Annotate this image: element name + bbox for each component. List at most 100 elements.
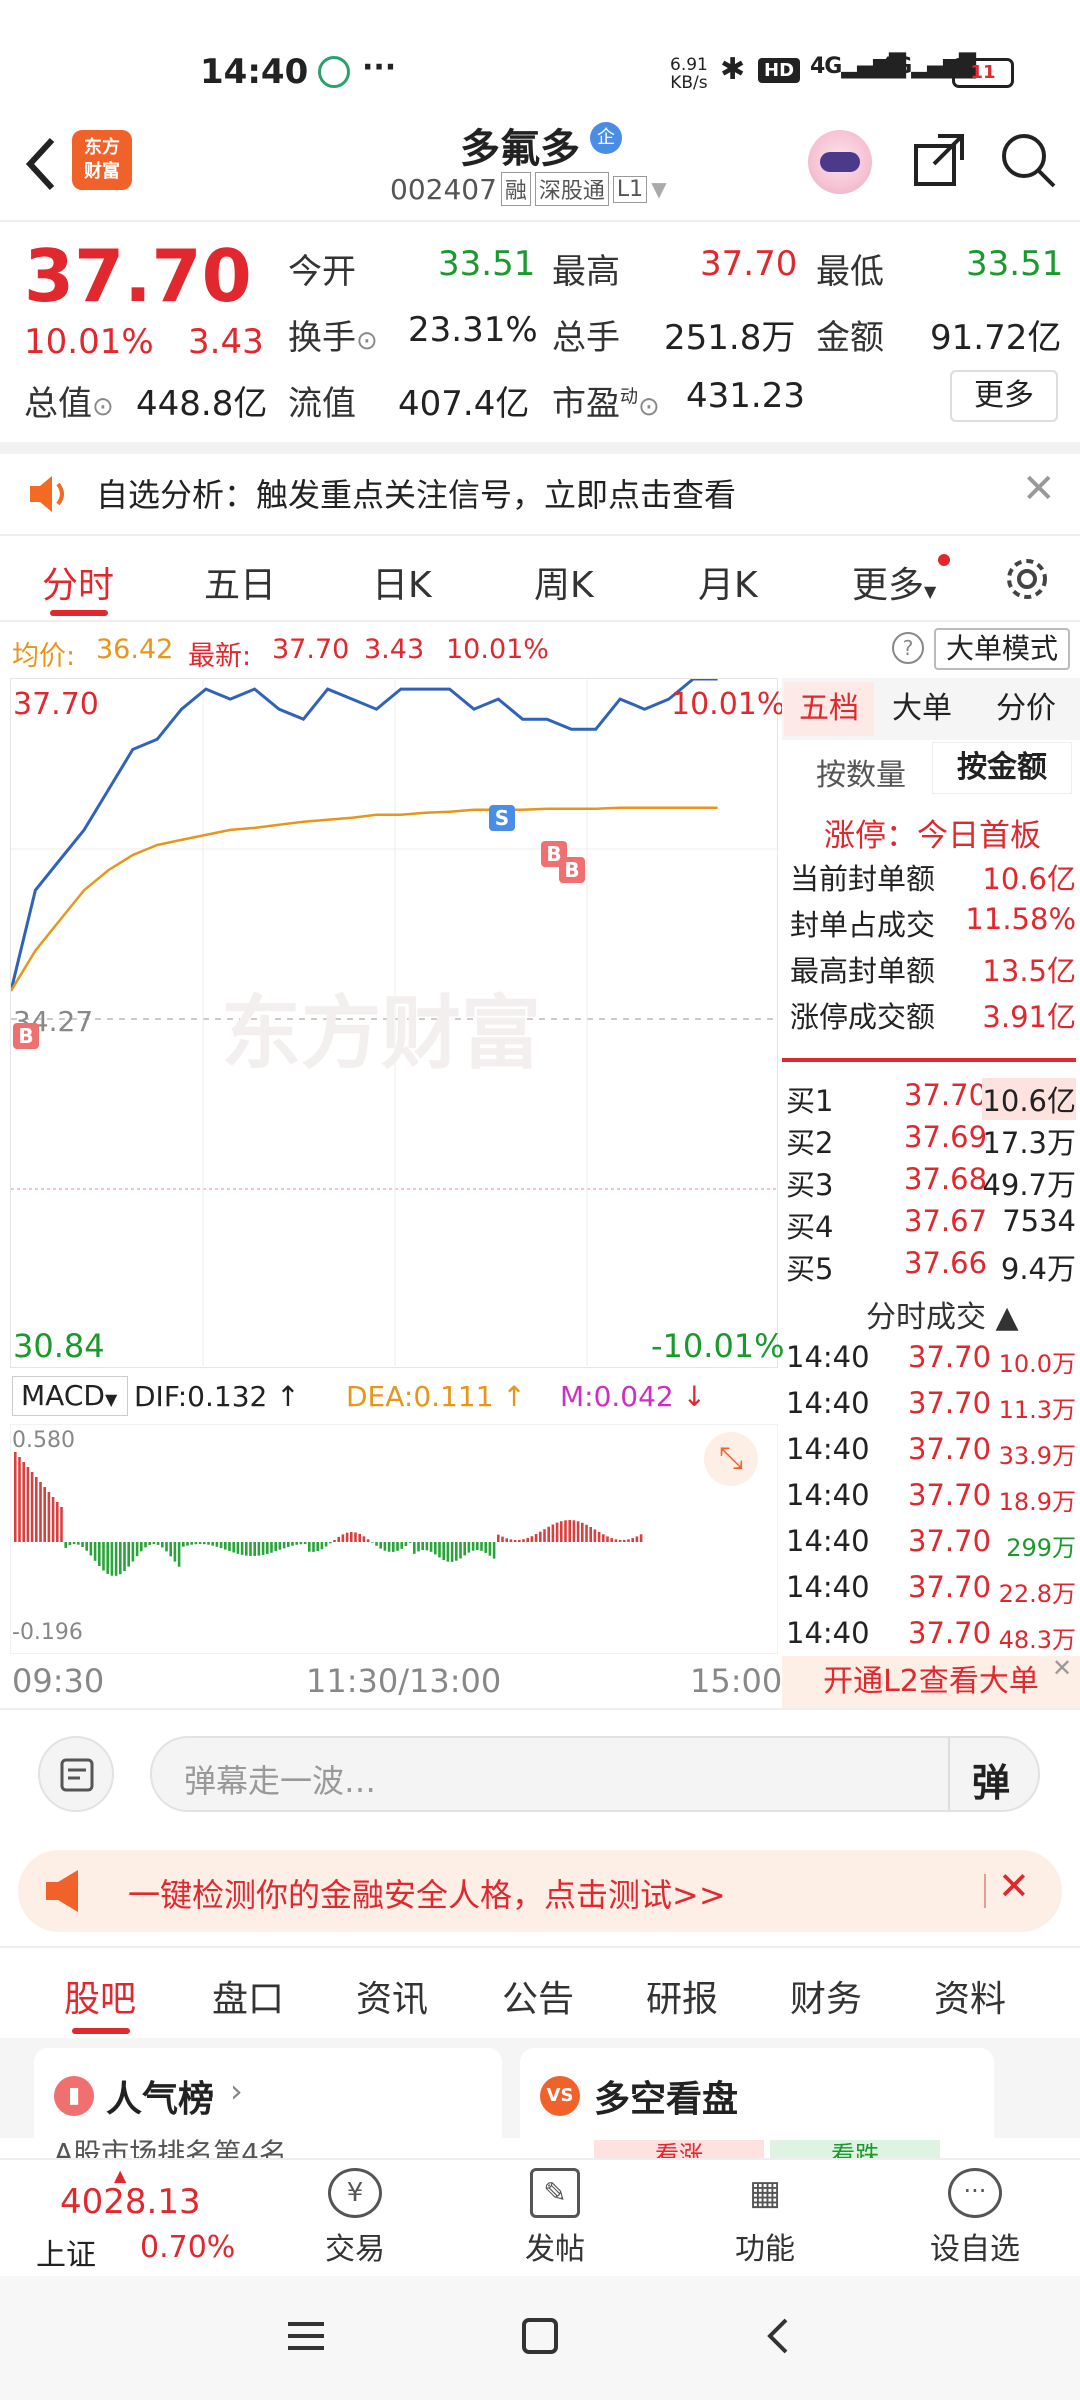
macd-bar (476, 1542, 479, 1550)
danmu-settings-button[interactable] (38, 1736, 114, 1812)
robot-assistant-icon[interactable] (808, 130, 872, 194)
bid-row[interactable]: 买2 37.69 17.3万 (786, 1120, 1076, 1162)
search-button[interactable] (998, 130, 1058, 194)
tab-by-quantity[interactable]: 按数量 (816, 750, 906, 794)
nav-add-watchlist[interactable]: ··· 设自选 (920, 2168, 1030, 2268)
close-l2-icon[interactable]: ✕ (1052, 1654, 1072, 1682)
limit-up-title: 涨停：今日首板 (824, 818, 1041, 854)
tab-finance[interactable]: 财务 (790, 1970, 862, 2022)
macd-bar (194, 1542, 198, 1545)
tab-guba[interactable]: 股吧 (64, 1970, 136, 2022)
intraday-chart[interactable]: 东方财富 37.70 10.01% 34.27 30.84 -10.01% B … (10, 678, 785, 1369)
macd-bar (564, 1520, 567, 1542)
tab-profile[interactable]: 资料 (934, 1970, 1006, 2022)
bid-row[interactable]: 买5 37.66 9.4万 (786, 1246, 1076, 1288)
limit-row: 封单占成交 11.58% (790, 902, 1076, 944)
macd-bar (30, 1472, 34, 1542)
net-speed: 6.91 KB/s (670, 55, 708, 93)
settings-button[interactable] (1002, 554, 1052, 608)
tab-five-day[interactable]: 五日 (204, 556, 276, 608)
macd-bar (186, 1542, 189, 1546)
home-nav-icon[interactable] (520, 2316, 560, 2360)
tab-active-indicator (50, 610, 108, 616)
tab-pankou[interactable]: 盘口 (212, 1970, 284, 2022)
bid-volume: 9.4万 (1000, 1252, 1076, 1286)
tab-more[interactable]: 更多▼ (852, 556, 936, 608)
danmu-input[interactable]: 弹幕走一波… 弹 (150, 1736, 1040, 1812)
bid-row[interactable]: 买3 37.68 49.7万 (786, 1162, 1076, 1204)
speaker-icon (26, 474, 70, 518)
macd-bar (459, 1542, 462, 1559)
tab-intraday[interactable]: 分时 (42, 556, 114, 608)
time-end: 15:00 (690, 1662, 783, 1700)
chart-bottom-price: 30.84 (13, 1327, 105, 1365)
macd-bar (165, 1542, 168, 1552)
macd-selector[interactable]: MACD▼ (12, 1376, 128, 1416)
macd-bar (518, 1539, 521, 1542)
danmu-toggle-button[interactable]: 弹 (972, 1752, 1010, 1807)
tab-by-amount[interactable]: 按金额 (932, 742, 1072, 794)
macd-bar (387, 1542, 391, 1552)
bull-bear-title: 多空看盘 (594, 2079, 739, 2120)
tab-monthly-k[interactable]: 月K (698, 556, 758, 608)
bid-row[interactable]: 买1 37.70 10.6亿 (786, 1078, 1076, 1120)
index-ticker[interactable]: ▲ 4028.13 上证 0.70% (30, 2166, 250, 2274)
help-icon[interactable]: ? (892, 632, 924, 664)
tab-weekly-k[interactable]: 周K (534, 556, 594, 608)
quote-panel: 37.70 10.01% 3.43 总值⊙ 448.8亿 今开 33.51 换手… (0, 222, 1080, 442)
bid-label: 买1 (786, 1084, 834, 1118)
float-value: 407.4亿 (398, 384, 530, 424)
trade-volume: 11.3万 (998, 1396, 1076, 1424)
back-button[interactable] (16, 132, 66, 192)
big-order-mode-button[interactable]: 大单模式 (934, 628, 1070, 670)
trade-price: 37.70 (908, 1386, 992, 1420)
macd-bar (350, 1532, 353, 1542)
danmu-list-icon (60, 1758, 94, 1792)
l2-banner[interactable]: 开通L2查看大单 (782, 1656, 1080, 1708)
macd-bar (106, 1542, 109, 1574)
tab-news[interactable]: 资讯 (356, 1970, 428, 2022)
macd-bar (371, 1542, 374, 1543)
trade-time: 14:40 (786, 1616, 870, 1650)
notice-bar[interactable]: 自选分析：触发重点关注信号，立即点击查看 ✕ (0, 454, 1080, 534)
tab-announcements[interactable]: 公告 (502, 1970, 574, 2022)
macd-bar (51, 1497, 55, 1542)
open-value: 33.51 (438, 244, 536, 284)
tab-research[interactable]: 研报 (646, 1970, 718, 2022)
trade-row: 14:40 37.70 10.0万 (786, 1340, 1076, 1378)
macd-bar (291, 1542, 294, 1546)
popularity-card[interactable]: ▮ 人气榜 › A股市场排名第4名 (34, 2048, 502, 2158)
tab-price-dist[interactable]: 分价 (996, 682, 1056, 736)
app-logo[interactable]: 东方财富 (72, 130, 132, 190)
bid-row[interactable]: 买4 37.67 7534 (786, 1204, 1076, 1246)
trade-row: 14:40 37.70 299万 (786, 1524, 1076, 1562)
more-status-icon: ··· (362, 50, 397, 85)
back-nav-icon[interactable] (758, 2316, 798, 2360)
macd-bar (89, 1542, 93, 1556)
share-button[interactable] (910, 132, 966, 192)
close-promo-icon[interactable]: ✕ (998, 1864, 1030, 1908)
macd-bar (429, 1542, 433, 1552)
nav-trade[interactable]: ¥ 交易 (300, 2168, 410, 2268)
limit-row: 涨停成交额 3.91亿 (790, 994, 1076, 1036)
tab-daily-k[interactable]: 日K (372, 556, 432, 608)
menu-nav-icon[interactable] (286, 2316, 326, 2360)
promo-banner[interactable]: 一键检测你的金融安全人格，点击测试>> ✕ (18, 1850, 1062, 1932)
macd-bar (135, 1542, 139, 1557)
bull-bear-card[interactable]: VS 多空看盘 看涨 看跌 (520, 2048, 994, 2158)
limit-row-value: 3.91亿 (982, 1000, 1076, 1034)
gear-icon (1007, 559, 1047, 599)
macd-bar (148, 1542, 151, 1545)
nav-functions[interactable]: ▦ 功能 (710, 2168, 820, 2268)
bear-button[interactable]: 看跌 (770, 2140, 940, 2158)
more-button[interactable]: 更多 (950, 370, 1058, 422)
tab-big-order[interactable]: 大单 (892, 682, 952, 736)
macd-bar (35, 1477, 38, 1542)
tab-five-levels[interactable]: 五档 (784, 682, 874, 736)
close-notice-icon[interactable]: ✕ (1022, 466, 1056, 512)
macd-bar (610, 1538, 613, 1542)
macd-bar (396, 1542, 399, 1551)
bull-button[interactable]: 看涨 (594, 2140, 764, 2158)
expand-chart-button[interactable]: ⤡ (704, 1432, 758, 1486)
nav-post[interactable]: ✎ 发帖 (500, 2168, 610, 2268)
